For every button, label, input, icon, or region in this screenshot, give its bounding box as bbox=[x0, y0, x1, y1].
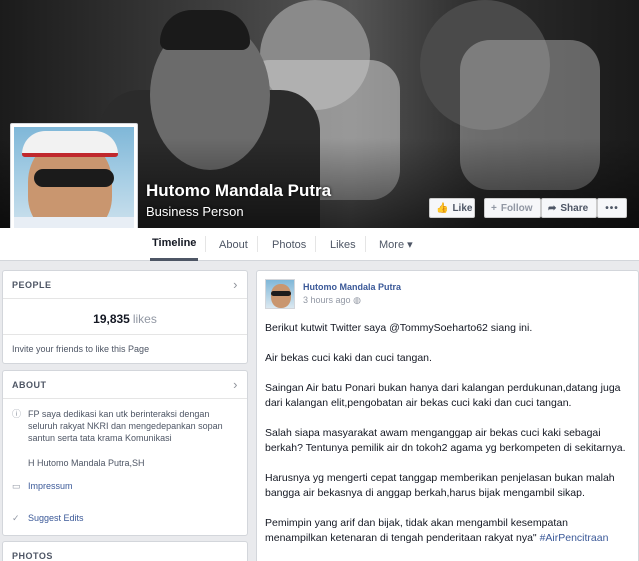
post-paragraph: Berikut kutwit Twitter saya @TommySoehar… bbox=[265, 322, 533, 334]
timeline-post: Hutomo Mandala Putra 3 hours ago ◍ Berik… bbox=[256, 270, 639, 561]
share-arrow-icon: ➦ bbox=[548, 202, 557, 214]
post-paragraph-last: Pemimpin yang arif dan bijak, tidak akan… bbox=[265, 516, 633, 546]
post-time-text[interactable]: 3 hours ago bbox=[303, 295, 351, 305]
ellipsis-icon: ••• bbox=[605, 202, 619, 214]
photos-card: PHOTOS bbox=[2, 541, 248, 561]
thumbs-up-icon: 👍 bbox=[436, 202, 449, 214]
likes-count-line: 19,835 likes bbox=[3, 312, 247, 326]
nav-divider bbox=[257, 236, 258, 252]
avatar-glasses bbox=[34, 169, 114, 187]
post-timestamp: 3 hours ago ◍ bbox=[303, 295, 361, 306]
follow-button-label: Follow bbox=[500, 202, 533, 214]
people-card: PEOPLE › 19,835 likes Invite your friends… bbox=[2, 270, 248, 364]
invite-friends-link[interactable]: Invite your friends to like this Page bbox=[12, 344, 149, 354]
nav-divider bbox=[315, 236, 316, 252]
people-heading: PEOPLE bbox=[12, 279, 52, 290]
tab-likes[interactable]: Likes bbox=[328, 228, 358, 261]
avatar-glasses bbox=[271, 291, 291, 296]
post-author-name[interactable]: Hutomo Mandala Putra bbox=[303, 282, 401, 292]
about-signature: H Hutomo Mandala Putra,SH bbox=[28, 458, 145, 468]
nav-divider bbox=[365, 236, 366, 252]
tab-about[interactable]: About bbox=[217, 228, 250, 261]
suggest-edits-row: ✓ Suggest Edits bbox=[12, 512, 84, 524]
avatar-face bbox=[271, 284, 291, 308]
post-body: Berikut kutwit Twitter saya @TommySoehar… bbox=[265, 321, 633, 561]
avatar-cap bbox=[22, 131, 118, 157]
checkmark-icon: ✓ bbox=[12, 513, 20, 523]
like-button-label: Like bbox=[452, 202, 473, 214]
about-description-row: ⓘ FP saya dedikasi kan utk berinteraksi … bbox=[12, 408, 240, 444]
about-card-header[interactable]: ABOUT › bbox=[3, 371, 247, 399]
page-nav-bar: Timeline About Photos Likes More ▾ bbox=[0, 228, 639, 261]
tab-timeline[interactable]: Timeline bbox=[150, 228, 199, 261]
about-heading: ABOUT bbox=[12, 379, 47, 390]
chevron-right-icon[interactable]: › bbox=[233, 277, 238, 292]
about-signature-row: H Hutomo Mandala Putra,SH bbox=[28, 457, 145, 469]
globe-icon: ◍ bbox=[353, 295, 361, 305]
share-button-label: Share bbox=[560, 202, 589, 214]
photos-heading: PHOTOS bbox=[12, 551, 53, 561]
about-card: ABOUT › ⓘ FP saya dedikasi kan utk berin… bbox=[2, 370, 248, 536]
info-icon: ⓘ bbox=[12, 409, 22, 419]
post-author-avatar[interactable] bbox=[265, 279, 295, 309]
likes-label: likes bbox=[132, 312, 157, 326]
document-icon: ▭ bbox=[12, 481, 21, 491]
divider bbox=[3, 334, 247, 335]
tab-photos[interactable]: Photos bbox=[270, 228, 308, 261]
likes-count: 19,835 bbox=[93, 312, 130, 326]
impressum-row: ▭ Impressum bbox=[12, 480, 73, 492]
photos-card-header[interactable]: PHOTOS bbox=[3, 542, 247, 561]
post-paragraph: Air bekas cuci kaki dan cuci tangan. bbox=[265, 352, 432, 364]
share-button[interactable]: ➦ Share bbox=[541, 198, 597, 218]
page-category: Business Person bbox=[146, 204, 244, 219]
post-paragraph-text: Pemimpin yang arif dan bijak, tidak akan… bbox=[265, 517, 568, 544]
suggest-edits-link[interactable]: Suggest Edits bbox=[28, 512, 84, 524]
hashtag-link[interactable]: #AirPencitraan bbox=[540, 532, 609, 544]
page-title[interactable]: Hutomo Mandala Putra bbox=[146, 181, 331, 201]
post-paragraph: Harusnya yg mengerti cepat tanggap membe… bbox=[265, 472, 615, 499]
about-description: FP saya dedikasi kan utk berinteraksi de… bbox=[28, 409, 223, 443]
post-paragraph: Salah siapa masyarakat awam menganggap a… bbox=[265, 427, 626, 454]
impressum-link[interactable]: Impressum bbox=[28, 480, 73, 492]
cover-figure bbox=[160, 10, 250, 50]
post-paragraph: Saingan Air batu Ponari bukan hanya dari… bbox=[265, 382, 621, 409]
follow-button[interactable]: + Follow bbox=[484, 198, 541, 218]
tab-more[interactable]: More ▾ bbox=[377, 228, 415, 261]
people-card-header[interactable]: PEOPLE › bbox=[3, 271, 247, 299]
chevron-right-icon[interactable]: › bbox=[233, 377, 238, 392]
plus-icon: + bbox=[491, 202, 497, 214]
nav-divider bbox=[205, 236, 206, 252]
more-options-button[interactable]: ••• bbox=[597, 198, 627, 218]
like-button[interactable]: 👍 Like bbox=[429, 198, 475, 218]
